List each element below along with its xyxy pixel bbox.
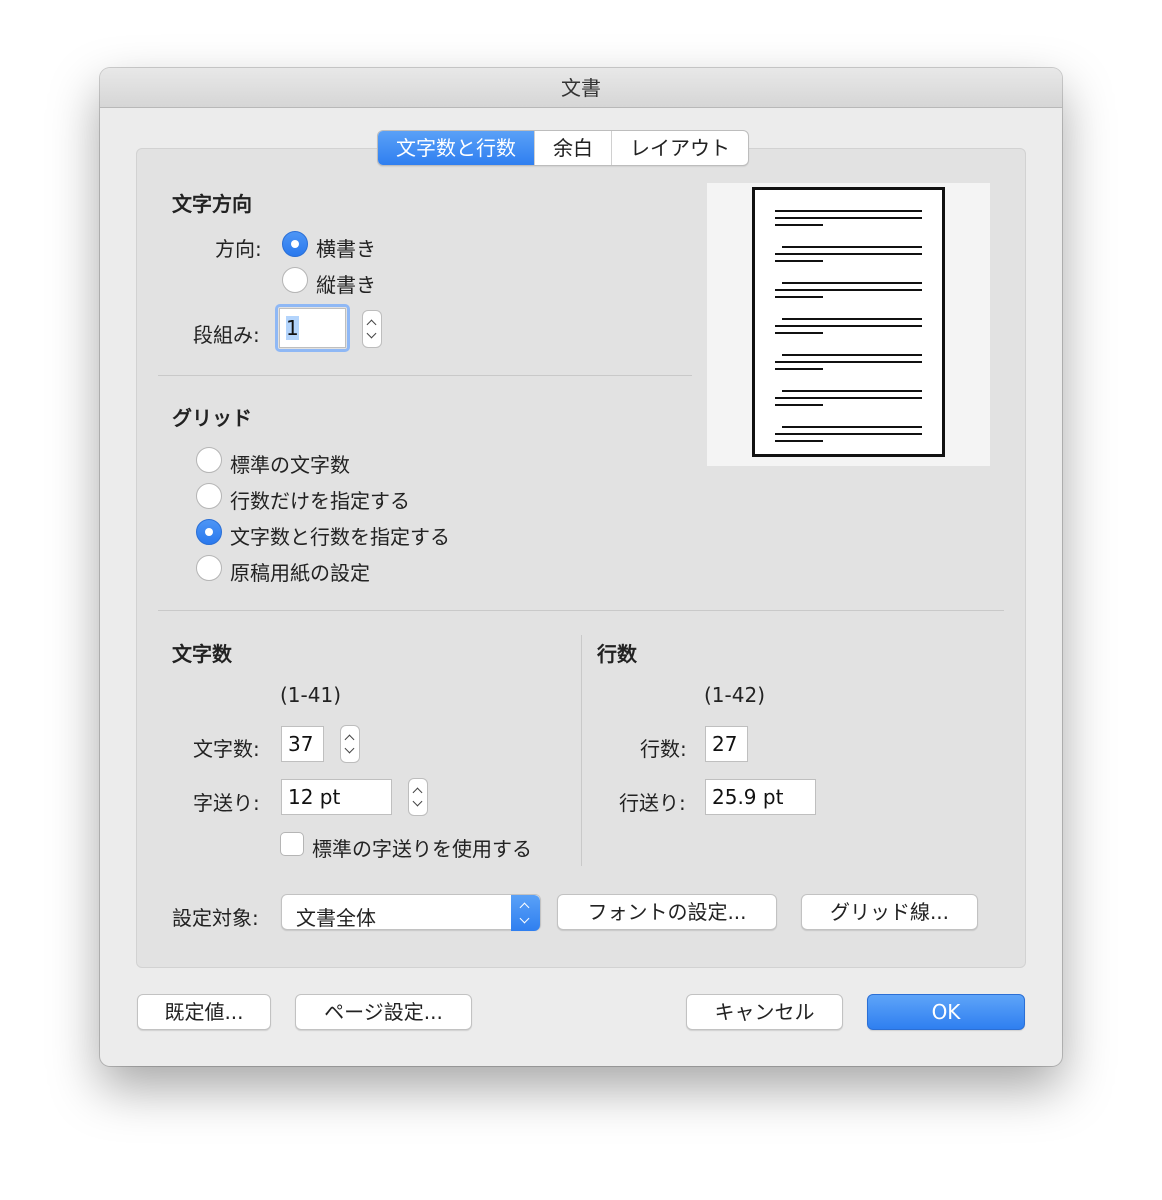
apply-to-label: 設定対象: <box>172 906 259 930</box>
font-settings-button[interactable]: フォントの設定... <box>557 894 777 930</box>
grid-lines-only-radio[interactable] <box>196 483 222 509</box>
chars-count-label: 文字数: <box>193 737 260 761</box>
preview-line <box>775 296 823 298</box>
lines-count-input[interactable]: 27 <box>705 726 748 762</box>
preview-line <box>775 210 922 212</box>
grid-standard-label[interactable]: 標準の文字数 <box>230 449 350 478</box>
chars-range: (1-41) <box>280 683 341 707</box>
preview-line <box>782 390 922 392</box>
separator <box>158 375 692 376</box>
lines-heading: 行数 <box>597 642 637 666</box>
window-title: 文書 <box>561 76 601 100</box>
cancel-button[interactable]: キャンセル <box>686 994 843 1030</box>
grid-chars-and-lines-label[interactable]: 文字数と行数を指定する <box>230 521 450 550</box>
preview-line <box>782 318 922 320</box>
grid-standard-radio[interactable] <box>196 447 222 473</box>
tab-bar: 文字数と行数 余白 レイアウト <box>377 130 749 166</box>
lines-count-label: 行数: <box>640 737 687 761</box>
tab-characters-and-lines[interactable]: 文字数と行数 <box>378 131 535 165</box>
vertical-radio[interactable] <box>282 267 308 293</box>
grid-lines-button[interactable]: グリッド線... <box>801 894 978 930</box>
preview-line <box>782 426 922 428</box>
preview-line <box>775 397 922 399</box>
text-direction-heading: 文字方向 <box>172 192 252 216</box>
preview-line <box>775 253 922 255</box>
column-separator <box>581 635 582 866</box>
document-dialog: 文書 文字数と行数 余白 レイアウト 文字方向 方向: 横書き 縦書き 段組み:… <box>100 68 1062 1066</box>
columns-input[interactable]: 1 <box>279 308 346 348</box>
columns-stepper-icon[interactable] <box>362 310 382 348</box>
grid-heading: グリッド <box>172 406 252 430</box>
tab-margins[interactable]: 余白 <box>535 131 612 165</box>
default-pitch-checkbox[interactable] <box>280 832 304 856</box>
preview-line <box>775 404 823 406</box>
preview-line <box>775 289 922 291</box>
preview-line <box>775 224 823 226</box>
chars-pitch-input[interactable]: 12 pt <box>281 779 392 815</box>
preview-line <box>775 433 922 435</box>
separator <box>158 610 1004 611</box>
tab-layout[interactable]: レイアウト <box>612 131 748 165</box>
preview-line <box>782 282 922 284</box>
chars-count-input[interactable]: 37 <box>281 726 324 762</box>
direction-label: 方向: <box>215 237 262 261</box>
apply-to-value: 文書全体 <box>296 906 376 930</box>
preview-line <box>775 361 922 363</box>
apply-to-select[interactable]: 文書全体 <box>281 894 541 931</box>
lines-pitch-input[interactable]: 25.9 pt <box>705 779 816 815</box>
default-pitch-label[interactable]: 標準の字送りを使用する <box>312 833 532 862</box>
page-preview <box>707 183 990 466</box>
grid-manuscript-label[interactable]: 原稿用紙の設定 <box>230 557 370 586</box>
chars-heading: 文字数 <box>172 642 232 666</box>
grid-lines-only-label[interactable]: 行数だけを指定する <box>230 485 410 514</box>
preview-line <box>775 440 823 442</box>
preview-line <box>775 260 823 262</box>
chars-pitch-stepper-icon[interactable] <box>408 778 428 816</box>
preview-line <box>775 325 922 327</box>
chars-pitch-label: 字送り: <box>193 791 260 815</box>
preview-page <box>752 187 945 457</box>
preview-line <box>775 332 823 334</box>
page-setup-button[interactable]: ページ設定... <box>295 994 472 1030</box>
vertical-radio-label[interactable]: 縦書き <box>316 269 376 298</box>
preview-line <box>775 217 922 219</box>
preview-line <box>782 246 922 248</box>
horizontal-radio-label[interactable]: 横書き <box>316 233 376 262</box>
preview-line <box>782 354 922 356</box>
chars-count-stepper-icon[interactable] <box>340 725 360 763</box>
preview-line <box>775 368 823 370</box>
columns-value: 1 <box>286 316 299 340</box>
grid-chars-and-lines-radio[interactable] <box>196 519 222 545</box>
lines-pitch-label: 行送り: <box>619 791 686 815</box>
grid-manuscript-radio[interactable] <box>196 555 222 581</box>
defaults-button[interactable]: 既定値... <box>137 994 271 1030</box>
horizontal-radio[interactable] <box>282 231 308 257</box>
columns-label: 段組み: <box>193 323 260 347</box>
select-updown-icon <box>511 895 540 931</box>
ok-button[interactable]: OK <box>867 994 1025 1030</box>
lines-range: (1-42) <box>704 683 765 707</box>
